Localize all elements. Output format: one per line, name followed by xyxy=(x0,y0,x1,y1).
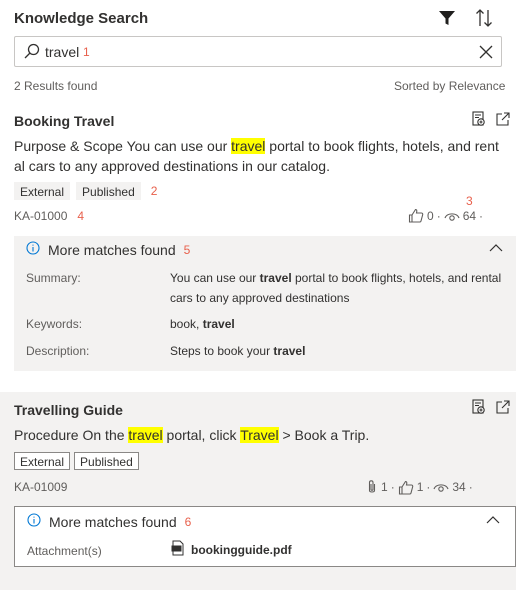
separator: · xyxy=(468,480,473,494)
attachment-filename[interactable]: bookingguide.pdf xyxy=(191,543,292,557)
page-title: Knowledge Search xyxy=(14,10,149,27)
article-id: KA-01009 xyxy=(14,480,68,494)
chevron-up-icon[interactable] xyxy=(488,241,504,258)
article-title[interactable]: Travelling Guide xyxy=(14,402,123,418)
pdf-file-icon xyxy=(171,540,185,559)
description-label: Description: xyxy=(26,344,90,358)
article-snippet: Procedure On the travel portal, click Tr… xyxy=(14,427,370,443)
sort-label: Sorted by Relevance xyxy=(394,79,506,93)
callout-marker: 3 xyxy=(466,194,473,208)
tag-list: External Published 2 xyxy=(14,182,157,200)
attachment-label: Attachment(s) xyxy=(27,544,102,558)
summary-label: Summary: xyxy=(26,271,81,285)
keywords-label: Keywords: xyxy=(26,317,83,331)
description-value: Steps to book your travel xyxy=(170,344,306,358)
pop-out-icon[interactable] xyxy=(494,398,512,416)
callout-marker: 4 xyxy=(77,209,85,223)
tag-published: Published xyxy=(74,452,139,470)
open-in-tab-icon[interactable] xyxy=(470,110,488,128)
open-in-tab-icon[interactable] xyxy=(470,398,488,416)
search-highlight: travel xyxy=(128,427,163,443)
paperclip-icon xyxy=(366,479,378,495)
attachment-link[interactable]: bookingguide.pdf xyxy=(171,540,292,559)
callout-marker: 2 xyxy=(150,184,158,198)
chevron-up-icon[interactable] xyxy=(485,513,501,530)
keywords-value: book, travel xyxy=(170,317,235,331)
search-highlight: Travel xyxy=(240,427,279,443)
article-title[interactable]: Booking Travel xyxy=(14,113,114,129)
views-icon xyxy=(433,481,449,493)
like-count: 0 xyxy=(427,208,434,223)
callout-marker: 1 xyxy=(83,45,90,59)
summary-value: You can use our travel portal to book fl… xyxy=(170,271,502,305)
callout-marker: 6 xyxy=(184,514,192,529)
tag-published: Published xyxy=(76,182,141,200)
search-highlight: travel xyxy=(231,138,266,154)
like-icon[interactable] xyxy=(408,208,424,223)
more-matches-header[interactable]: More matches found 6 xyxy=(27,513,191,530)
view-count: 64 xyxy=(462,208,477,223)
results-count: 2 Results found xyxy=(14,79,98,93)
search-icon xyxy=(23,43,40,60)
article-id: KA-01000 xyxy=(14,209,68,223)
info-icon xyxy=(27,513,41,530)
article-id-row: KA-01000 4 xyxy=(14,209,84,223)
search-input[interactable] xyxy=(45,42,455,62)
clear-search-icon[interactable] xyxy=(477,43,495,61)
article-card[interactable]: Booking Travel Purpose & Scope You can u… xyxy=(0,104,516,236)
separator: · xyxy=(426,480,431,494)
tag-external: External xyxy=(14,452,71,470)
sort-icon[interactable] xyxy=(474,7,494,29)
tag-list: External Published xyxy=(14,452,139,470)
article-card[interactable]: Travelling Guide Procedure On the travel… xyxy=(0,392,516,590)
views-icon xyxy=(444,210,460,222)
separator: · xyxy=(390,480,395,494)
search-box: 1 xyxy=(14,36,502,67)
info-icon xyxy=(26,241,40,258)
separator: · xyxy=(479,208,484,223)
callout-marker: 5 xyxy=(183,242,191,257)
article-snippet: Purpose & Scope You can use our travel p… xyxy=(14,136,506,176)
attachment-count: 1 xyxy=(381,480,388,494)
article-stats: 1 · 1 · 34 · xyxy=(366,479,473,495)
filter-icon[interactable] xyxy=(436,8,458,28)
more-matches-heading: More matches found xyxy=(48,241,176,258)
more-matches-panel: More matches found 6 Attachment(s) booki… xyxy=(14,506,516,567)
more-matches-panel: More matches found 5 Summary: You can us… xyxy=(14,236,516,371)
like-count: 1 xyxy=(416,480,424,494)
article-stats: 0 · 64 · xyxy=(408,208,483,223)
tag-external: External xyxy=(14,182,71,200)
like-icon[interactable] xyxy=(398,480,414,495)
view-count: 34 xyxy=(452,480,466,494)
more-matches-header[interactable]: More matches found 5 xyxy=(26,241,190,258)
snippet-text: Purpose & Scope You can use our xyxy=(14,138,232,154)
more-matches-heading: More matches found xyxy=(49,513,177,530)
pop-out-icon[interactable] xyxy=(494,110,512,128)
separator: · xyxy=(436,208,441,223)
